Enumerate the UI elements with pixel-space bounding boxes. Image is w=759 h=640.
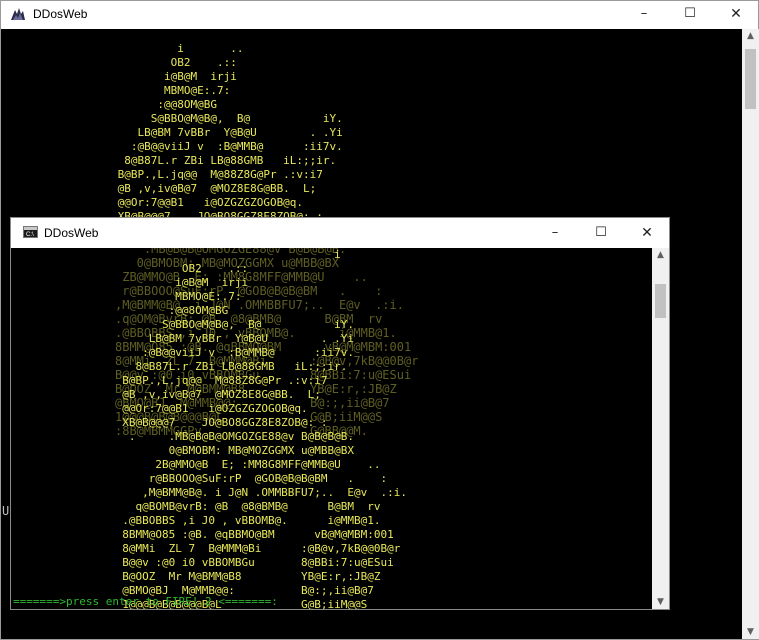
art-line: i@B@M irji: [109, 276, 249, 289]
art-line: B@OOZ Mr M@BMM@B8 YB@E:r,:JB@Z: [109, 570, 381, 583]
art-line: :@B@@viiJ v :B@MMB@ :ii7v.: [109, 346, 355, 359]
art-line: 8@B87L.r ZBi LB@88GMB iL:;;ir.: [109, 360, 348, 373]
front-close-button[interactable]: ✕: [624, 218, 670, 248]
console-icon: C:\: [23, 226, 38, 238]
front-scrollbar[interactable]: ▲ ▼: [652, 248, 669, 609]
back-scroll-up-icon[interactable]: ▲: [742, 31, 759, 41]
front-minimize-button[interactable]: –: [532, 218, 578, 248]
art-line: @B ,v,iv@B@7 @MOZ8E8G@BB. L;: [109, 388, 321, 401]
back-maximize-button[interactable]: ☐: [667, 1, 713, 27]
art-line: S@BBO@M@B@, B@ iY.: [109, 318, 355, 331]
back-window-title: DDosWeb: [33, 7, 88, 21]
art-line: 8@MMi ZL 7 B@MMM@Bi :@B@v,7kB@@0B@r: [109, 542, 401, 555]
art-line: 2B@MMO@B E; :MM8G8MFF@MMB@U ..: [109, 458, 381, 471]
art-line: 8BMM@O85 :@B. @qBBMO@BM vB@M@MBM:001: [109, 528, 394, 541]
art-line: 0@BMOBM: MB@MOZGGMX u@MBB@BX: [109, 444, 355, 457]
front-window: C:\ DDosWeb – ☐ ✕ .MB@B@B@OMGOZGE88@v B@…: [10, 217, 670, 610]
back-scroll-thumb[interactable]: [745, 49, 756, 109]
art-line: @B ,v,iv@B@7 @MOZ8E8G@BB. L;: [111, 182, 317, 195]
art-line: XB@B@@@7 JO@BO8GGZ8E8ZOB@: :: [109, 416, 328, 429]
art-line: @@Or:7@@B1 i@OZGZGZOGOB@q.: [111, 196, 304, 209]
art-line: OB2 .::: [109, 262, 249, 275]
art-line: r@BBOOO@SuF:rP @GOB@B@B@BM . :: [109, 472, 388, 485]
art-line: B@@v :@0 i0 vBBOMBGu 8@BBi:7:u@ESui: [109, 556, 394, 569]
front-scroll-down-icon[interactable]: ▼: [652, 597, 669, 607]
front-scroll-thumb[interactable]: [655, 284, 666, 318]
art-line: 8@B87L.r ZBi LB@88GMB iL:;;ir.: [111, 154, 337, 167]
back-close-button[interactable]: ✕: [713, 1, 759, 27]
ddosweb-app-icon: [10, 6, 26, 22]
front-console[interactable]: .MB@B@B@OMGOZGE88@v B@B@B@B. 0@BMOBM: MB…: [11, 248, 652, 609]
art-line: i@B@M irji: [111, 70, 237, 83]
art-line: B@BP.,L.jq@@ M@88Z8G@Pr .:v:i7: [109, 374, 328, 387]
front-window-title: DDosWeb: [44, 226, 99, 240]
front-scroll-up-icon[interactable]: ▲: [652, 250, 669, 260]
art-line: q@BOMB@vrB: @B @8@BMB@ B@BM rv: [109, 500, 381, 513]
art-line: . .MB@B@B@OMGOZGE88@v B@B@B@B.: [109, 430, 355, 443]
art-line: LB@BM 7vBBr Y@B@U . .Yi: [111, 126, 343, 139]
art-line: ,M@BMM@B@. i J@N .OMMBBFU7;.. E@v .:i.: [109, 486, 408, 499]
art-line: LB@BM 7vBBr Y@B@U . .Yi: [109, 332, 355, 345]
art-line: OB2 .::: [111, 56, 237, 69]
front-maximize-button[interactable]: ☐: [578, 218, 624, 248]
art-line: :@B@@viiJ v :B@MMB@ :ii7v.: [111, 140, 343, 153]
art-line: S@BBO@M@B@, B@ iY.: [111, 112, 343, 125]
back-minimize-button[interactable]: –: [621, 1, 667, 27]
art-line: i ..: [111, 42, 244, 55]
art-line: MBMO@E:.7:: [109, 290, 242, 303]
back-scrollbar[interactable]: ▲ ▼: [742, 29, 759, 639]
fire-prompt: =======>press enter to FIRE! 2 <=======:: [13, 595, 278, 608]
front-ascii-art: i OB2 .:: i@B@M irji MBMO@E:.7: :@@8OM@B…: [109, 248, 407, 609]
back-window-titlebar[interactable]: DDosWeb – ☐ ✕: [1, 1, 758, 29]
art-line: @@Or:7@@B1 i@OZGZGZOGOB@q.: [109, 402, 308, 415]
art-line: :@@8OM@BG: [109, 304, 229, 317]
front-window-titlebar[interactable]: C:\ DDosWeb – ☐ ✕: [11, 218, 669, 248]
back-ascii-art: i .. OB2 .:: i@B@M irji MBMO@E:.7: :@@8O…: [111, 42, 343, 224]
art-line: B@BP.,L.jq@@ M@88Z8G@Pr .:v:i7: [111, 168, 323, 181]
art-line: MBMO@E:.7:: [111, 84, 231, 97]
art-line: :@@8OM@BG: [111, 98, 217, 111]
art-line: .@BBOBBS ,i J0 , vBBOMB@. i@MMB@1.: [109, 514, 381, 527]
back-scroll-down-icon[interactable]: ▼: [742, 627, 759, 637]
art-line: i: [109, 248, 341, 261]
